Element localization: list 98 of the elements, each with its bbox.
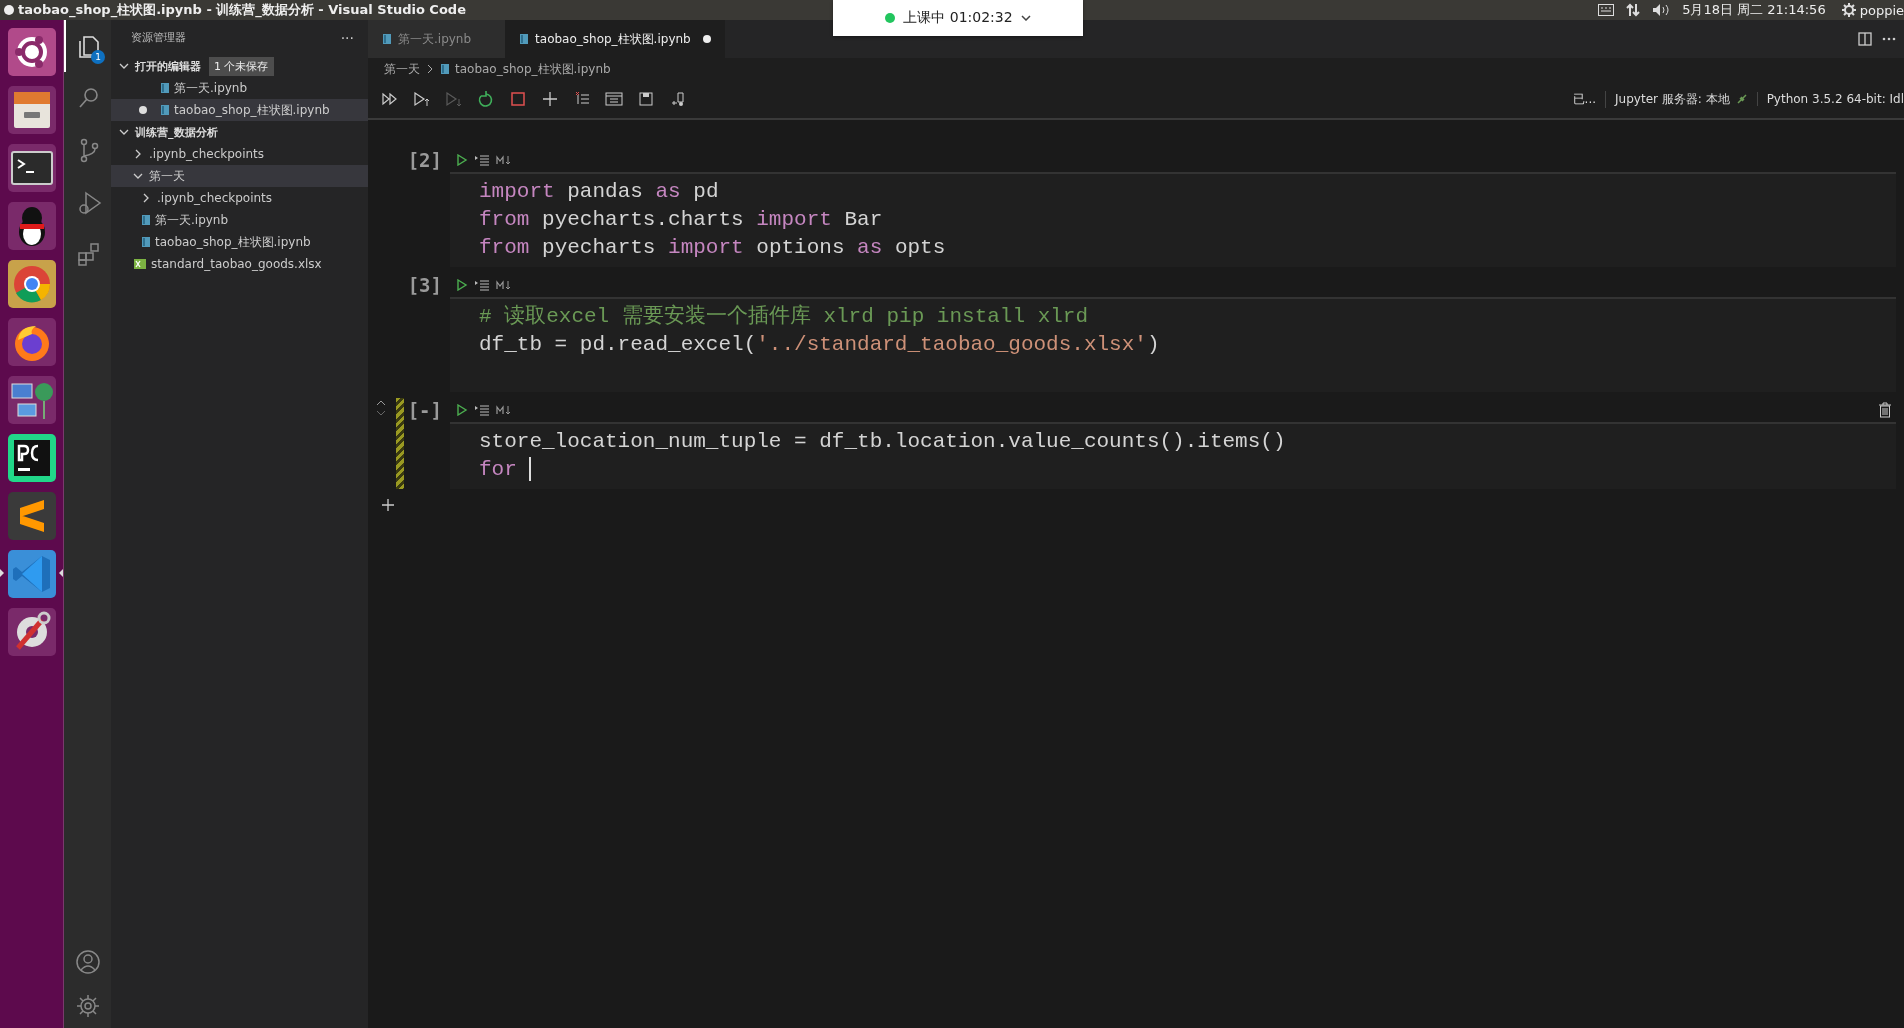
run-above-icon[interactable] <box>413 90 431 108</box>
markdown-icon[interactable] <box>496 154 512 166</box>
launcher-logo-icon[interactable] <box>7 27 56 76</box>
notebook-file-icon <box>141 214 151 226</box>
clock-text[interactable]: 5月18日 周二 21:14:56 <box>1682 1 1826 19</box>
settings-icon[interactable] <box>74 993 101 1019</box>
text-cursor <box>529 457 532 482</box>
folder-item[interactable]: 第一天 <box>111 165 368 187</box>
markdown-icon[interactable] <box>496 404 512 416</box>
code-cell[interactable]: store_location_num_tuple = df_tb.location.value_counts().items() for <box>450 422 1896 489</box>
markdown-icon[interactable] <box>496 279 512 291</box>
kernel-status[interactable]: Python 3.5.2 64-bit: Idl <box>1766 92 1904 106</box>
code-line: df_tb = pd.read_excel('../standard_taobao_goods.xlsx') <box>479 332 1161 358</box>
file-item[interactable]: 第一天.ipynb <box>111 209 368 231</box>
code-editor-icon[interactable] <box>7 549 56 598</box>
live-dot-icon <box>885 13 896 23</box>
file-item[interactable]: taobao_shop_柱状图.ipynb <box>111 231 368 253</box>
window-title: taobao_shop_柱状图.ipynb - 训练营_数据分析 - Visual Studio Code <box>18 1 466 19</box>
section-header[interactable]: 训练营_数据分析 <box>111 121 368 143</box>
window-dot-icon[interactable] <box>4 5 14 15</box>
indicator-arrow-icon <box>0 569 4 577</box>
penguin-icon[interactable] <box>7 201 56 250</box>
notebook-file-icon <box>519 33 530 45</box>
stop-icon[interactable] <box>509 90 527 108</box>
drawer-icon[interactable] <box>7 85 56 134</box>
code-line: from pyecharts import options as opts <box>479 235 947 261</box>
restart-icon[interactable] <box>477 90 495 108</box>
move-up-icon[interactable] <box>376 400 386 406</box>
trust-status[interactable]: 已... <box>1572 90 1597 108</box>
chevron-right-icon <box>426 64 434 74</box>
unsaved-dot <box>139 106 147 114</box>
run-by-line-icon[interactable] <box>474 154 490 166</box>
export-icon[interactable] <box>669 90 687 108</box>
notebook-file-icon <box>382 33 392 45</box>
editor-tab[interactable]: 第一天.ipynb <box>368 20 506 58</box>
notebook-file-icon <box>141 236 151 248</box>
add-cell-icon[interactable] <box>381 498 395 512</box>
file-item[interactable]: standard_taobao_goods.xlsx <box>111 253 368 275</box>
user-name[interactable]: poppie <box>1859 2 1904 18</box>
run-cell-icon[interactable] <box>456 279 468 291</box>
keyboard-icon[interactable] <box>1598 4 1615 16</box>
folder-item[interactable]: .ipynb_checkpoints <box>111 187 368 209</box>
plus-icon[interactable] <box>541 90 559 108</box>
code-cell[interactable]: # 读取excel 需要安装一个插件库 xlrd pip install xlrd df_tb = pd.read_excel('../standard_taobao_goods.xlsx') <box>450 297 1896 392</box>
panel-title: 资源管理器 <box>131 30 186 45</box>
notebook-file-icon <box>160 82 170 94</box>
section-title: 训练营_数据分析 <box>135 124 218 140</box>
notebook-file-icon <box>160 104 170 116</box>
more-actions-button[interactable]: ··· <box>340 29 354 46</box>
code-line: import pandas as pd <box>479 179 720 205</box>
folder-item[interactable]: .ipynb_checkpoints <box>111 143 368 165</box>
server-status[interactable]: Jupyter 服务器: 本地 <box>1615 90 1730 108</box>
unsaved-dot <box>702 35 711 43</box>
code-line: store_location_num_tuple = df_tb.location.value_counts().items() <box>479 429 1287 455</box>
code-line: # 读取excel 需要安装一个插件库 xlrd pip install xlrd <box>479 303 1090 330</box>
split-editor-icon[interactable] <box>1858 32 1872 46</box>
plug-icon[interactable] <box>1735 93 1748 105</box>
wrench-gear-icon[interactable] <box>7 607 56 656</box>
variables-icon[interactable] <box>605 90 623 108</box>
editor-tab[interactable]: taobao_shop_柱状图.ipynb <box>505 20 725 58</box>
breadcrumb-item[interactable]: 第一天 <box>384 60 420 78</box>
run-cell-icon[interactable] <box>456 154 468 166</box>
execution-count: [-] <box>407 398 442 422</box>
terminal-icon[interactable] <box>7 143 56 192</box>
run-by-line-icon[interactable] <box>474 404 490 416</box>
move-down-icon[interactable] <box>376 410 386 416</box>
power-gear-icon[interactable] <box>1841 3 1856 17</box>
flame-globe-icon[interactable] <box>7 317 56 366</box>
open-editor-item[interactable]: 第一天.ipynb <box>111 77 368 99</box>
run-all-icon[interactable] <box>381 90 399 108</box>
network-arrows-icon[interactable] <box>1626 3 1641 17</box>
save-icon[interactable] <box>637 90 655 108</box>
open-editor-item[interactable]: taobao_shop_柱状图.ipynb <box>111 99 368 121</box>
chevron-down-icon[interactable] <box>1020 15 1031 21</box>
s-logo-icon[interactable] <box>7 491 56 540</box>
code-line: for <box>479 456 1896 484</box>
class-timer[interactable]: 上课中 01:02:32 <box>833 0 1083 36</box>
run-cell-icon[interactable] <box>456 404 468 416</box>
section-title: 打开的编辑器 <box>135 58 201 74</box>
unsaved-badge: 1 个未保存 <box>209 56 274 76</box>
account-icon[interactable] <box>74 949 101 975</box>
more-icon[interactable] <box>1882 37 1896 41</box>
delete-icon[interactable] <box>1878 402 1892 418</box>
spreadsheet-file-icon <box>133 257 147 271</box>
volume-icon[interactable] <box>1652 3 1671 17</box>
run-by-line-icon[interactable] <box>474 279 490 291</box>
extensions-icon[interactable] <box>75 241 102 267</box>
count-badge: 1 <box>91 50 105 64</box>
breadcrumb-item[interactable]: taobao_shop_柱状图.ipynb <box>455 60 611 78</box>
execution-count: [2] <box>407 148 442 172</box>
section-header[interactable]: 打开的编辑器 1 个未保存 <box>111 55 368 77</box>
network-icon[interactable] <box>7 375 56 424</box>
code-line: from pyecharts.charts import Bar <box>479 207 884 233</box>
execution-count: [3] <box>407 273 442 297</box>
code-cell[interactable]: import pandas as pd from pyecharts.charts import Bar from pyecharts import options as opts <box>450 172 1896 267</box>
ide-logo-icon[interactable] <box>7 433 56 482</box>
notebook-file-icon <box>440 63 450 75</box>
round-logo-icon[interactable] <box>7 259 56 308</box>
